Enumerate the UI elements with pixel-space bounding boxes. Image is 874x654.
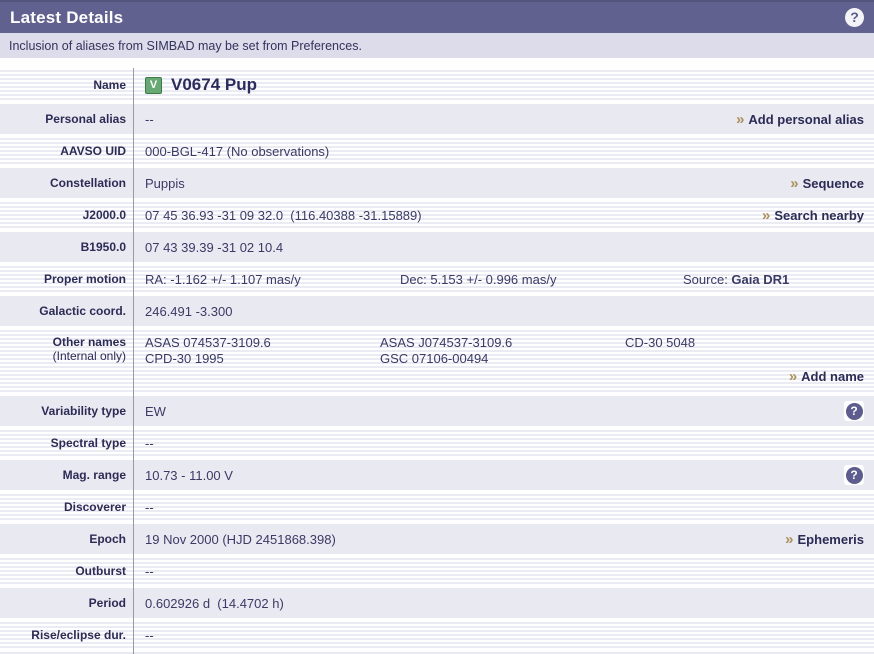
row-personal-alias: Personal alias -- » Add personal alias	[0, 104, 874, 136]
row-label: Name	[93, 78, 126, 92]
row-discoverer: Discoverer --	[0, 492, 874, 524]
chevron-icon: »	[785, 532, 793, 547]
simbad-notice-text: Inclusion of aliases from SIMBAD may be …	[9, 39, 362, 53]
other-name: ASAS J074537-3109.6	[380, 335, 625, 350]
star-name: V0674 Pup	[171, 75, 257, 95]
row-value: 07 43 39.39 -31 02 10.4	[145, 240, 283, 255]
details-table: Name V V0674 Pup Personal alias -- » Add…	[0, 68, 874, 654]
row-value: --	[145, 500, 154, 515]
other-name: ASAS 074537-3109.6	[145, 335, 380, 350]
row-value: 07 45 36.93 -31 09 32.0 (116.40388 -31.1…	[145, 208, 422, 223]
row-value: Puppis	[145, 176, 185, 191]
row-label: Constellation	[50, 176, 126, 190]
row-value: 0.602926 d (14.4702 h)	[145, 596, 284, 611]
row-value: --	[145, 628, 154, 643]
add-personal-alias-link[interactable]: » Add personal alias	[736, 112, 864, 127]
row-label: Outburst	[75, 564, 126, 578]
row-j2000: J2000.0 07 45 36.93 -31 09 32.0 (116.403…	[0, 200, 874, 232]
row-value: 19 Nov 2000 (HJD 2451868.398)	[145, 532, 336, 547]
row-value: 10.73 - 11.00 V	[145, 468, 233, 483]
row-sublabel: (Internal only)	[53, 349, 126, 363]
row-label: B1950.0	[81, 240, 126, 254]
row-name: Name V V0674 Pup	[0, 68, 874, 104]
row-constellation: Constellation Puppis » Sequence	[0, 168, 874, 200]
row-value: --	[145, 564, 154, 579]
add-name-link[interactable]: » Add name	[789, 369, 864, 384]
search-nearby-link[interactable]: » Search nearby	[762, 208, 864, 223]
row-label: Proper motion	[44, 272, 126, 286]
header-help-icon[interactable]: ?	[845, 8, 864, 27]
row-value: --	[145, 112, 154, 127]
row-rise-eclipse-dur: Rise/eclipse dur. --	[0, 620, 874, 652]
other-name: CD-30 5048	[625, 335, 864, 350]
row-value: 000-BGL-417 (No observations)	[145, 144, 329, 159]
sequence-link[interactable]: » Sequence	[790, 176, 864, 191]
variable-star-badge-icon: V	[145, 77, 162, 94]
variability-help-icon[interactable]: ?	[844, 401, 864, 421]
row-label: Personal alias	[45, 112, 126, 126]
row-label: Period	[89, 596, 126, 610]
proper-motion-ra: RA: -1.162 +/- 1.107 mas/y	[145, 272, 400, 287]
ephemeris-link[interactable]: » Ephemeris	[785, 532, 864, 547]
row-label: Rise/eclipse dur.	[31, 628, 126, 642]
row-label: Spectral type	[51, 436, 126, 450]
row-b1950: B1950.0 07 43 39.39 -31 02 10.4	[0, 232, 874, 264]
row-spectral-type: Spectral type --	[0, 428, 874, 460]
row-mag-range: Mag. range 10.73 - 11.00 V ?	[0, 460, 874, 492]
row-value: --	[145, 436, 154, 451]
row-aavso-uid: AAVSO UID 000-BGL-417 (No observations)	[0, 136, 874, 168]
row-label: Epoch	[89, 532, 126, 546]
row-galactic-coord: Galactic coord. 246.491 -3.300	[0, 296, 874, 328]
row-other-names: Other names (Internal only) ASAS 074537-…	[0, 328, 874, 396]
chevron-icon: »	[736, 112, 744, 127]
simbad-notice-bar: Inclusion of aliases from SIMBAD may be …	[0, 33, 874, 58]
row-label: J2000.0	[83, 208, 126, 222]
row-value: 246.491 -3.300	[145, 304, 232, 319]
other-name: GSC 07106-00494	[380, 351, 625, 366]
other-names-list: ASAS 074537-3109.6 ASAS J074537-3109.6 C…	[145, 335, 864, 366]
chevron-icon: »	[789, 369, 797, 384]
row-label: Variability type	[41, 404, 126, 418]
row-period: Period 0.602926 d (14.4702 h)	[0, 588, 874, 620]
row-label: AAVSO UID	[60, 144, 126, 158]
row-variability-type: Variability type EW ?	[0, 396, 874, 428]
row-epoch: Epoch 19 Nov 2000 (HJD 2451868.398) » Ep…	[0, 524, 874, 556]
row-value: EW	[145, 404, 166, 419]
proper-motion-source: Source: Gaia DR1	[683, 272, 874, 287]
other-name: CPD-30 1995	[145, 351, 380, 366]
row-outburst: Outburst --	[0, 556, 874, 588]
spacer	[0, 58, 874, 68]
page-title: Latest Details	[10, 8, 123, 28]
vsx-latest-details-page: Latest Details ? Inclusion of aliases fr…	[0, 0, 874, 654]
page-header: Latest Details ?	[0, 0, 874, 33]
row-label: Mag. range	[63, 468, 126, 482]
row-label: Other names	[53, 335, 126, 349]
chevron-icon: »	[762, 208, 770, 223]
mag-range-help-icon[interactable]: ?	[844, 465, 864, 485]
proper-motion-dec: Dec: 5.153 +/- 0.996 mas/y	[400, 272, 683, 287]
proper-motion-source-value: Gaia DR1	[731, 272, 789, 287]
chevron-icon: »	[790, 176, 798, 191]
row-proper-motion: Proper motion RA: -1.162 +/- 1.107 mas/y…	[0, 264, 874, 296]
row-label: Galactic coord.	[39, 304, 126, 318]
row-label: Discoverer	[64, 500, 126, 514]
